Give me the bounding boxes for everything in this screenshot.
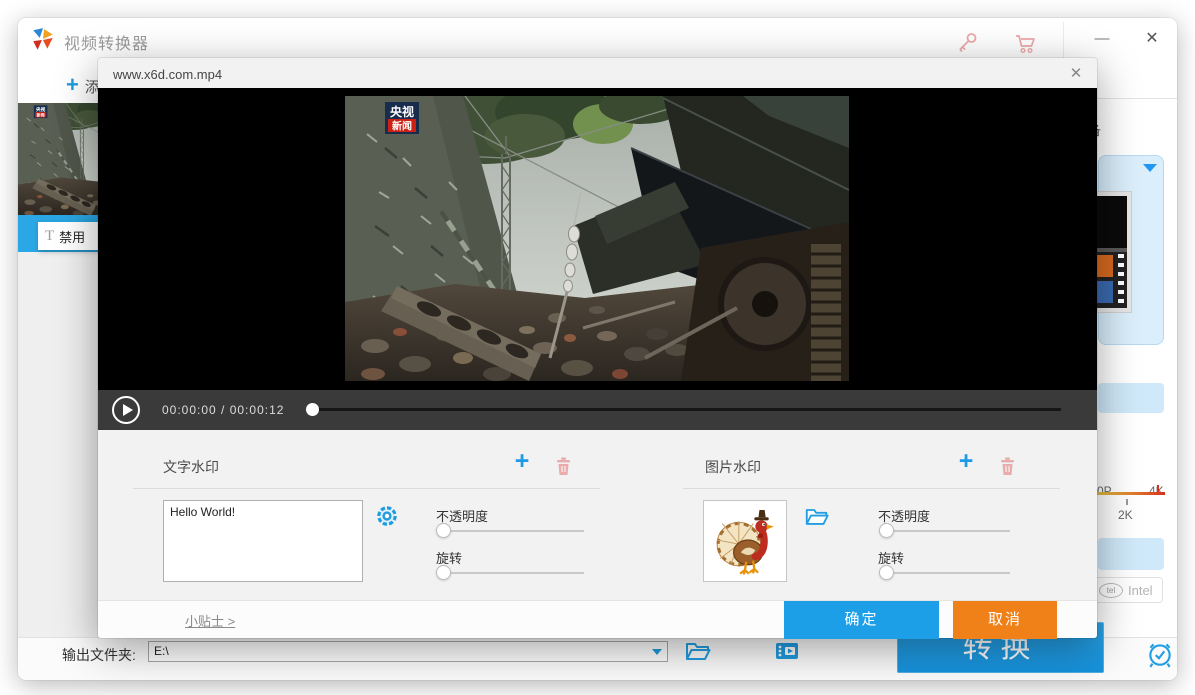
watermark-image-preview[interactable] (703, 500, 787, 582)
image-watermark-divider (683, 488, 1060, 489)
resolution-tick-4k (1157, 485, 1159, 492)
text-tool-icon: T (45, 228, 54, 245)
seek-slider-track[interactable] (310, 408, 1061, 411)
format-dropdown-icon[interactable] (1143, 164, 1157, 172)
delete-text-watermark-icon[interactable] (555, 456, 572, 476)
output-folder-select[interactable]: E:\ (148, 641, 668, 662)
menu-item-disable[interactable]: T 禁用 (38, 222, 100, 250)
app-title: 视频转换器 (64, 30, 149, 54)
video-thumbnail-image (18, 103, 98, 215)
image-opacity-slider-track[interactable] (880, 530, 1010, 532)
film-sprockets (1118, 254, 1124, 306)
resolution-label-left: 0P (1097, 484, 1112, 498)
open-output-video-icon[interactable] (775, 639, 799, 663)
video-preview-area (98, 88, 1097, 390)
image-opacity-slider-thumb[interactable] (879, 523, 894, 538)
play-button[interactable] (112, 396, 140, 424)
add-files-button[interactable]: +添 (66, 72, 100, 98)
output-folder-value: E:\ (154, 644, 169, 658)
store-cart-icon[interactable] (1014, 32, 1038, 56)
format-option-button[interactable] (1098, 383, 1164, 413)
text-opacity-slider-track[interactable] (437, 530, 584, 532)
video-preview-image (345, 96, 849, 381)
output-folder-label: 输出文件夹: (62, 645, 136, 665)
watermark-text-input[interactable]: Hello World! (163, 500, 363, 582)
watermark-dialog: www.x6d.com.mp4 ✕ 00:00:00 / 00:00:12 文字… (98, 58, 1097, 638)
video-thumbnail[interactable] (18, 103, 98, 215)
seek-slider-thumb[interactable] (306, 403, 319, 416)
ok-button[interactable]: 确定 (784, 601, 939, 639)
text-opacity-slider-thumb[interactable] (436, 523, 451, 538)
playback-bar: 00:00:00 / 00:00:12 (98, 390, 1097, 430)
titlebar-separator (1063, 22, 1064, 60)
text-rotate-label: 旋转 (436, 548, 462, 567)
dialog-title: www.x6d.com.mp4 (113, 67, 222, 82)
intel-label: Intel (1128, 583, 1153, 598)
image-rotate-slider-thumb[interactable] (879, 565, 894, 580)
text-rotate-slider-thumb[interactable] (436, 565, 451, 580)
play-icon (114, 398, 138, 422)
text-watermark-header: 文字水印 (163, 457, 219, 477)
dialog-close-button[interactable]: ✕ (1064, 64, 1088, 84)
resolution-label-2k: 2K (1118, 508, 1133, 522)
add-text-watermark-button[interactable]: + (507, 448, 537, 474)
tips-link[interactable]: 小贴士 > (185, 611, 235, 630)
disable-label: 禁用 (59, 227, 85, 246)
cancel-button[interactable]: 取消 (953, 601, 1057, 639)
titlebar: 视频转换器 — ✕ (18, 18, 1177, 60)
text-watermark-divider (133, 488, 600, 489)
intel-logo-icon: tel (1099, 583, 1123, 598)
resolution-slider[interactable] (1097, 492, 1165, 495)
minimize-button[interactable]: — (1082, 26, 1122, 52)
schedule-alarm-icon[interactable] (1145, 639, 1175, 669)
close-button[interactable]: ✕ (1132, 26, 1172, 52)
image-rotate-label: 旋转 (878, 548, 904, 567)
add-image-watermark-button[interactable]: + (951, 448, 981, 474)
register-key-icon[interactable] (956, 32, 978, 54)
text-rotate-slider-track[interactable] (437, 572, 584, 574)
dialog-footer: 小贴士 > 确定 取消 (98, 600, 1097, 638)
image-watermark-header: 图片水印 (705, 457, 761, 477)
combo-dropdown-icon[interactable] (652, 649, 662, 655)
image-rotate-slider-track[interactable] (880, 572, 1010, 574)
turkey-image (714, 506, 776, 576)
resolution-tick-2k (1126, 499, 1128, 505)
plus-icon: + (66, 72, 79, 97)
time-display: 00:00:00 / 00:00:12 (162, 403, 284, 417)
delete-image-watermark-icon[interactable] (999, 456, 1016, 476)
browse-folder-icon[interactable] (684, 640, 712, 662)
browse-image-folder-icon[interactable] (804, 506, 830, 527)
text-settings-gear-icon[interactable] (375, 504, 399, 528)
right-panel-divider (1097, 98, 1177, 99)
intel-acceleration-badge: tel Intel (1093, 577, 1163, 603)
app-logo-icon (30, 27, 56, 53)
desktop: 央视 新闻 视频转换器 (0, 0, 1195, 695)
quality-option-button[interactable] (1098, 538, 1164, 570)
